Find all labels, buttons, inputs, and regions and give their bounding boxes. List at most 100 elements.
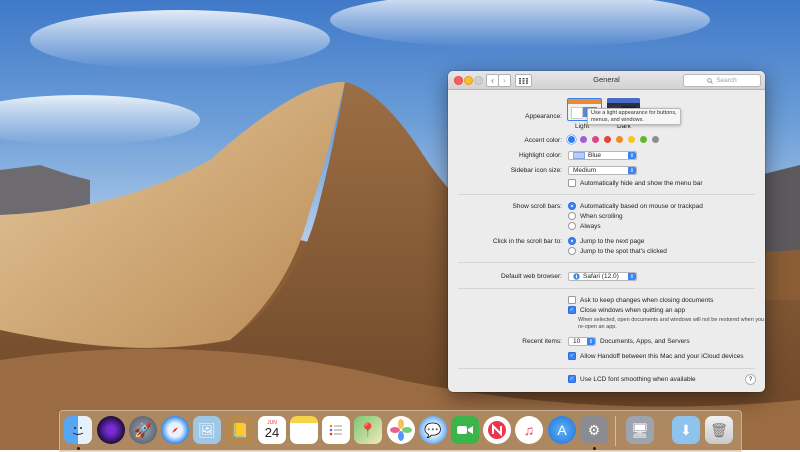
highlight-color-label: Highlight color:	[519, 152, 562, 159]
list-icon	[329, 424, 342, 436]
scroll-bars-option-0[interactable]: Automatically based on mouse or trackpad	[568, 202, 703, 210]
scroll-bars-option-label: Always	[580, 222, 601, 230]
messages-icon[interactable]: 💬	[419, 416, 447, 444]
close-windows-label: Close windows when quitting an app	[580, 306, 686, 314]
highlight-color-row: Blue ⇕	[568, 151, 637, 160]
reminders-icon[interactable]	[322, 416, 350, 444]
search-icon	[707, 77, 714, 84]
default-browser-row: Safari (12.0) ⇕	[568, 272, 637, 281]
contacts-icon[interactable]: 📒	[226, 416, 254, 444]
click-scroll-bar-label: Click in the scroll bar to:	[493, 238, 562, 245]
accent-color-swatches	[568, 136, 664, 143]
general-preferences-window: ‹ › General Search Appearance: Light Dar…	[448, 71, 765, 392]
accent-color-swatch[interactable]	[592, 136, 599, 143]
launchpad-icon[interactable]: 🚀	[129, 416, 157, 444]
separator	[458, 368, 755, 369]
sidebar-icon-size-label: Sidebar icon size:	[510, 167, 562, 174]
menu-bar-checkbox[interactable]	[568, 179, 576, 187]
popup-arrows-icon: ⇕	[628, 273, 636, 280]
photos-icon[interactable]	[387, 416, 415, 444]
accent-color-swatch[interactable]	[616, 136, 623, 143]
close-windows-note-row: When selected, open documents and window…	[578, 317, 765, 331]
maps-icon[interactable]: 📍	[354, 416, 382, 444]
popup-arrows-icon: ⇕	[628, 167, 636, 174]
handoff-label: Allow Handoff between this Mac and your …	[580, 352, 744, 360]
compass-icon	[172, 427, 178, 433]
scroll-bars-option-2[interactable]: Always	[568, 222, 601, 230]
preview-icon[interactable]: 🖼	[193, 416, 221, 444]
popup-arrows-icon: ⇕	[628, 152, 636, 159]
lcd-checkbox[interactable]: ✓	[568, 375, 576, 383]
menu-bar-row[interactable]: Automatically hide and show the menu bar	[568, 179, 703, 187]
recent-items-suffix: Documents, Apps, and Servers	[600, 338, 690, 345]
search-placeholder: Search	[716, 77, 737, 84]
separator	[458, 288, 755, 289]
radio-button-selected[interactable]	[568, 237, 576, 245]
notes-icon[interactable]	[290, 416, 318, 444]
close-windows-row[interactable]: ✓ Close windows when quitting an app	[568, 306, 685, 314]
accent-color-swatch[interactable]	[652, 136, 659, 143]
lcd-row[interactable]: ✓ Use LCD font smoothing when available	[568, 375, 696, 383]
siri-icon[interactable]	[97, 416, 125, 444]
safari-icon[interactable]	[161, 416, 189, 444]
tooltip-text: Use a light appearance for buttons, menu…	[591, 110, 677, 123]
recent-items-row: 10 ⇕ Documents, Apps, and Servers	[568, 337, 690, 346]
itunes-icon[interactable]: ♫	[515, 416, 543, 444]
appearance-label: Appearance:	[525, 113, 562, 120]
radio-button[interactable]	[568, 247, 576, 255]
appearance-tooltip: Use a light appearance for buttons, menu…	[587, 108, 681, 125]
radio-button-selected[interactable]	[568, 202, 576, 210]
click-scroll-option-1[interactable]: Jump to the spot that's clicked	[568, 247, 667, 255]
search-field[interactable]: Search	[683, 74, 761, 87]
accent-color-label: Accent color:	[524, 137, 562, 144]
radio-button[interactable]	[568, 222, 576, 230]
accent-color-swatch[interactable]	[604, 136, 611, 143]
default-browser-value: Safari (12.0)	[583, 273, 619, 280]
help-button[interactable]: ?	[745, 374, 756, 385]
sidebar-icon-size-row: Medium ⇕	[568, 166, 637, 175]
highlight-color-popup[interactable]: Blue ⇕	[568, 151, 637, 160]
dock-divider	[615, 416, 616, 446]
default-browser-popup[interactable]: Safari (12.0) ⇕	[568, 272, 637, 281]
finder-face-icon	[72, 427, 84, 435]
safari-icon	[573, 273, 580, 280]
image-capture-icon[interactable]: 🖥	[626, 416, 654, 444]
news-icon[interactable]	[483, 416, 511, 444]
ask-keep-changes-checkbox[interactable]	[568, 296, 576, 304]
sidebar-icon-size-popup[interactable]: Medium ⇕	[568, 166, 637, 175]
news-n-icon	[488, 421, 506, 439]
facetime-icon[interactable]	[451, 416, 479, 444]
finder-icon[interactable]	[64, 416, 92, 444]
handoff-checkbox[interactable]: ✓	[568, 352, 576, 360]
recent-items-popup[interactable]: 10 ⇕	[568, 337, 596, 346]
separator	[458, 194, 755, 195]
lcd-label: Use LCD font smoothing when available	[580, 375, 696, 383]
menu-bar-label: Automatically hide and show the menu bar	[580, 179, 703, 187]
system-preferences-icon[interactable]: ⚙	[580, 416, 608, 444]
click-scroll-option-0[interactable]: Jump to the next page	[568, 237, 644, 245]
default-browser-label: Default web browser:	[500, 273, 562, 280]
click-scroll-option-label: Jump to the spot that's clicked	[580, 247, 667, 255]
scroll-bars-option-1[interactable]: When scrolling	[568, 212, 623, 220]
app-store-icon[interactable]: A	[548, 416, 576, 444]
radio-button[interactable]	[568, 212, 576, 220]
accent-color-swatch[interactable]	[628, 136, 635, 143]
calendar-icon[interactable]: JUN 24	[258, 416, 286, 444]
ask-keep-changes-label: Ask to keep changes when closing documen…	[580, 296, 714, 304]
popup-arrows-icon: ⇕	[587, 338, 595, 345]
separator	[458, 262, 755, 263]
close-windows-checkbox[interactable]: ✓	[568, 306, 576, 314]
handoff-row[interactable]: ✓ Allow Handoff between this Mac and you…	[568, 352, 744, 360]
accent-color-swatch[interactable]	[568, 136, 575, 143]
scroll-bars-option-label: When scrolling	[580, 212, 623, 220]
accent-color-swatch[interactable]	[640, 136, 647, 143]
trash-icon[interactable]: 🗑	[705, 416, 733, 444]
calendar-day: 24	[264, 425, 280, 440]
close-windows-note: When selected, open documents and window…	[578, 317, 765, 330]
scroll-bars-label: Show scroll bars:	[512, 203, 563, 210]
accent-color-swatch[interactable]	[580, 136, 587, 143]
ask-keep-changes-row[interactable]: Ask to keep changes when closing documen…	[568, 296, 713, 304]
photos-flower-icon	[390, 419, 412, 441]
click-scroll-option-label: Jump to the next page	[580, 237, 645, 245]
downloads-folder-icon[interactable]: ⬇	[672, 416, 700, 444]
